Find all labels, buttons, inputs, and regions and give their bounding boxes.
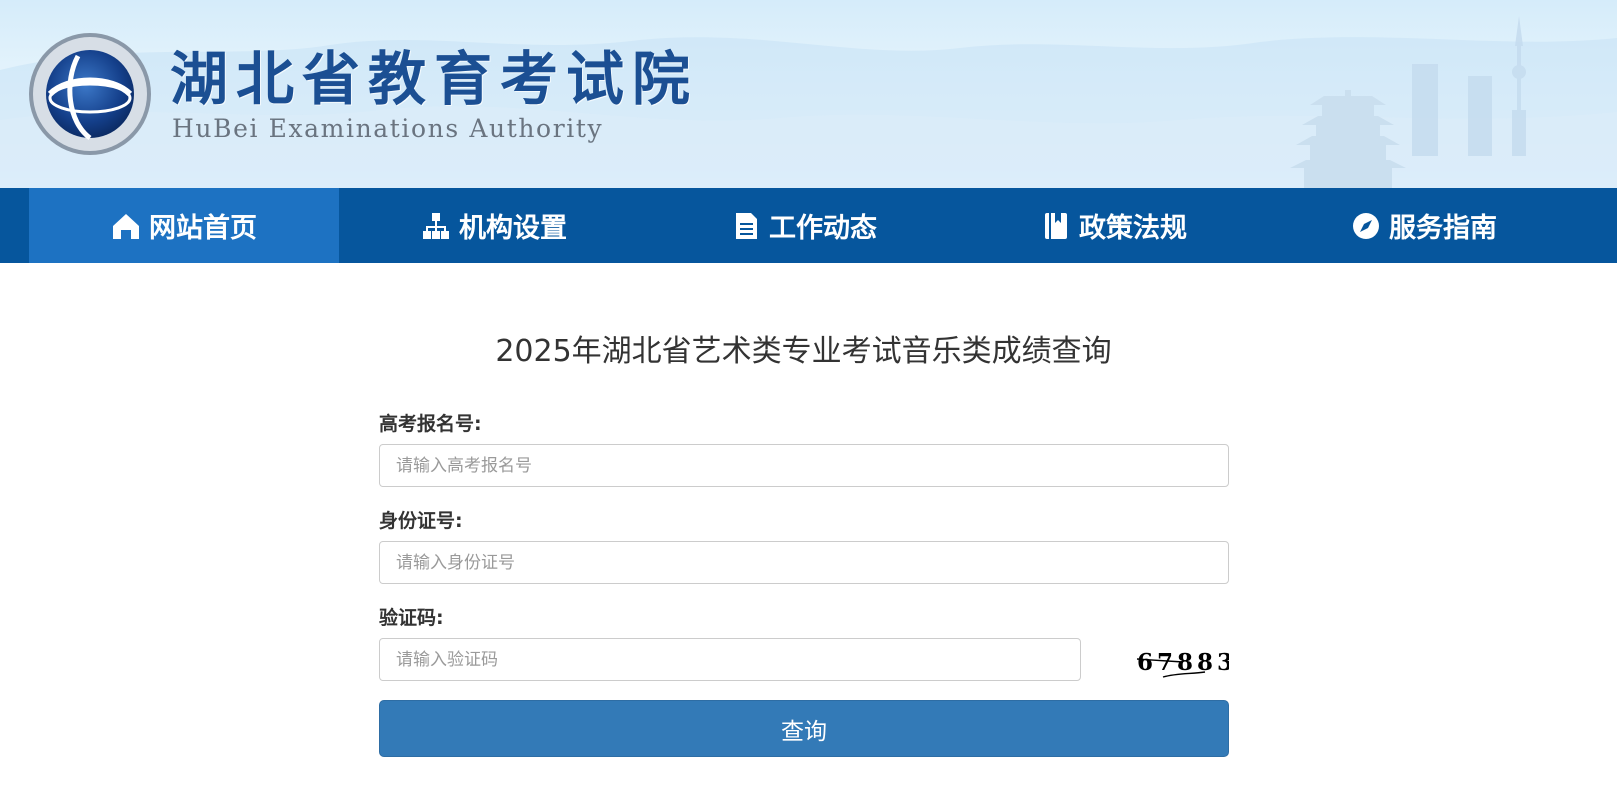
org-chart-icon — [421, 211, 451, 241]
nav-item-label: 机构设置 — [459, 213, 567, 244]
nav-item-label: 服务指南 — [1389, 213, 1497, 244]
captcha-text: 67883 — [1137, 649, 1229, 676]
nav-item-home[interactable]: 网站首页 — [29, 188, 339, 263]
exam-id-label: 高考报名号: — [379, 413, 482, 435]
exam-id-input[interactable] — [379, 444, 1229, 487]
captcha-input[interactable] — [379, 638, 1081, 681]
book-icon — [1041, 211, 1071, 241]
site-banner: 湖北省教育考试院 HuBei Examinations Authority — [0, 0, 1617, 188]
captcha-label: 验证码: — [379, 607, 444, 629]
site-subtitle: HuBei Examinations Authority — [172, 114, 604, 143]
nav-item-service-guide[interactable]: 服务指南 — [1269, 188, 1579, 263]
hbea-emblem-logo — [29, 33, 151, 155]
captcha-image[interactable]: 67883 — [1119, 643, 1233, 683]
nav-item-policies[interactable]: 政策法规 — [959, 188, 1269, 263]
nav-item-work-news[interactable]: 工作动态 — [649, 188, 959, 263]
main-nav: 网站首页 机构设置 工作动态 政策法规 服务指南 — [0, 188, 1617, 263]
id-card-label: 身份证号: — [379, 510, 463, 532]
home-icon — [111, 211, 141, 241]
nav-item-label: 工作动态 — [769, 213, 877, 244]
compass-icon — [1351, 211, 1381, 241]
id-card-input[interactable] — [379, 541, 1229, 584]
nav-item-label: 网站首页 — [149, 213, 257, 244]
nav-item-label: 政策法规 — [1079, 213, 1187, 244]
site-title: 湖北省教育考试院 — [170, 45, 699, 113]
query-button[interactable]: 查询 — [379, 700, 1229, 757]
page-title: 2025年湖北省艺术类专业考试音乐类成绩查询 — [495, 334, 1112, 369]
nav-item-organization[interactable]: 机构设置 — [339, 188, 649, 263]
document-icon — [731, 211, 761, 241]
